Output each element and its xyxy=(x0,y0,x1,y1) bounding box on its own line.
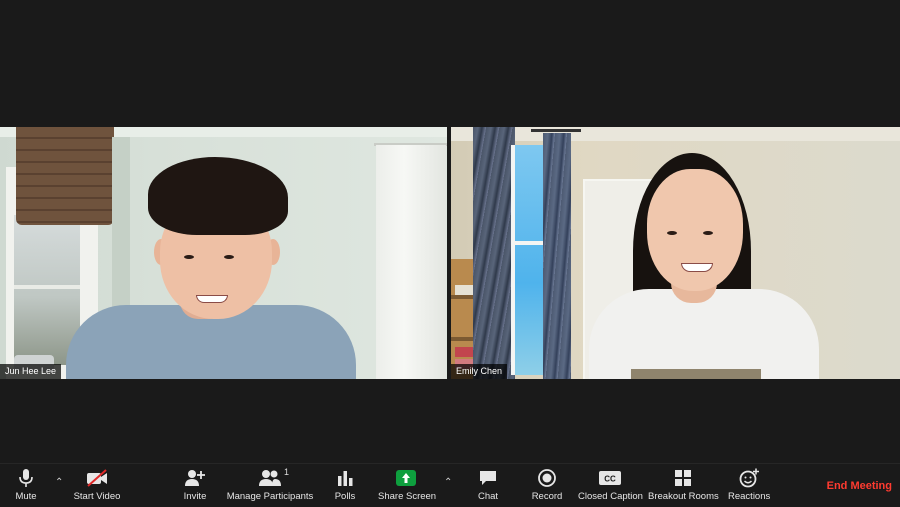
curtain xyxy=(473,127,515,379)
caret-up-icon[interactable]: ⌃ xyxy=(444,477,452,488)
polls-button[interactable]: Polls xyxy=(332,468,358,506)
record-button[interactable]: Record xyxy=(530,468,564,506)
video-off-icon xyxy=(87,469,107,487)
closed-caption-icon: CC xyxy=(599,471,621,485)
record-icon xyxy=(538,469,556,487)
manage-participants-button[interactable]: 1 Manage Participants xyxy=(226,467,314,506)
polls-label: Polls xyxy=(334,491,356,502)
chat-button[interactable]: Chat xyxy=(476,468,500,506)
participants-icon xyxy=(259,470,281,486)
microphone-icon xyxy=(19,469,33,487)
video-stage: Jun Hee Lee Emily Chen xyxy=(0,0,900,463)
window xyxy=(511,145,547,375)
reactions-button[interactable]: Reactions xyxy=(728,468,770,506)
participant-name-tag: Emily Chen xyxy=(451,364,508,379)
participant-tile-jun-hee-lee[interactable]: Jun Hee Lee xyxy=(0,127,447,379)
window-shade xyxy=(16,127,114,225)
meeting-toolbar: Mute ⌃ Start Video Invite 1 Manage Parti… xyxy=(0,463,900,507)
participant-video xyxy=(589,289,819,379)
share-screen-icon xyxy=(396,470,416,486)
caret-up-icon[interactable]: ⌃ xyxy=(55,477,63,488)
breakout-rooms-icon xyxy=(675,470,691,486)
chat-label: Chat xyxy=(477,491,499,502)
participant-count: 1 xyxy=(284,467,290,477)
chat-icon xyxy=(480,471,496,485)
start-video-label: Start Video xyxy=(73,491,121,502)
breakout-rooms-button[interactable]: Breakout Rooms xyxy=(648,468,719,506)
participant-name-tag: Jun Hee Lee xyxy=(0,364,62,379)
manage-participants-label: Manage Participants xyxy=(226,491,314,502)
reactions-icon xyxy=(739,468,759,488)
start-video-button[interactable]: Start Video xyxy=(70,468,124,506)
polls-icon xyxy=(338,471,353,486)
end-meeting-button[interactable]: End Meeting xyxy=(827,480,892,492)
invite-label: Invite xyxy=(183,491,207,502)
add-user-icon xyxy=(185,470,205,486)
curtain xyxy=(376,145,446,379)
breakout-rooms-label: Breakout Rooms xyxy=(648,491,719,502)
invite-button[interactable]: Invite xyxy=(180,468,210,506)
closed-caption-button[interactable]: CC Closed Caption xyxy=(578,468,643,506)
reactions-label: Reactions xyxy=(728,491,771,502)
record-label: Record xyxy=(531,491,563,502)
share-screen-label: Share Screen xyxy=(378,491,437,502)
mute-label: Mute xyxy=(15,491,37,502)
closed-caption-label: Closed Caption xyxy=(578,491,643,502)
mute-button[interactable]: Mute xyxy=(8,468,44,506)
share-screen-button[interactable]: Share Screen xyxy=(378,468,437,506)
svg-text:CC: CC xyxy=(604,475,616,484)
participant-tile-emily-chen[interactable]: Emily Chen xyxy=(451,127,900,379)
